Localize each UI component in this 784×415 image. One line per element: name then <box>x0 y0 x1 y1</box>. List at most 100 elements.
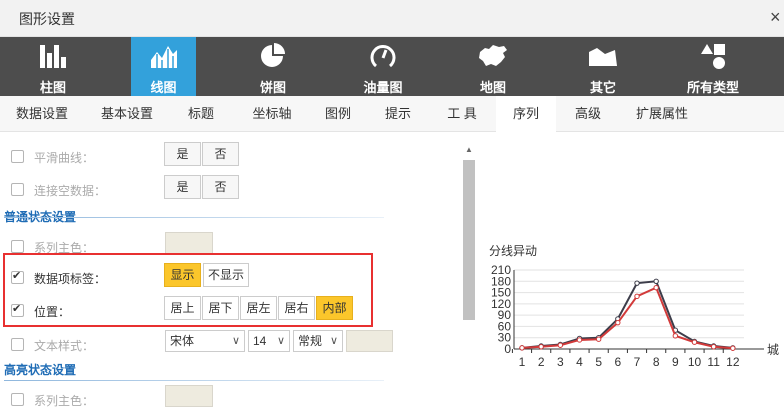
chart-preview: 分线异动 0 30 60 90 120 150 180 210 1 2 3 4 5 6 7 8 9 10 11 12 城 <box>478 132 784 415</box>
close-icon[interactable]: × <box>770 6 784 28</box>
hl-series-color-swatch[interactable] <box>165 385 213 407</box>
chart-type-bar-chart[interactable]: 柱图 <box>12 37 94 96</box>
series-line <box>521 286 733 350</box>
settings-tabs: 数据设置 基本设置 标题 坐标轴 图例 提示 工 具 序列 高级 扩展属性 <box>0 96 784 133</box>
chart-type-label: 其它 <box>589 80 616 95</box>
tab-tools[interactable]: 工 具 <box>442 96 482 132</box>
tab-basic-settings[interactable]: 基本设置 <box>92 96 162 132</box>
data-point <box>557 342 564 348</box>
series-settings-panel: 平滑曲线： 是 否 连接空数据： 是 否 普通状态设置 系列主色： 数据项标签：… <box>0 132 478 415</box>
chevron-down-icon: ∨ <box>231 335 240 347</box>
scroll-up-arrow-icon[interactable]: ▲ <box>462 144 476 156</box>
connect-nulls-checkbox[interactable] <box>11 183 24 196</box>
dialog-title: 图形设置 <box>19 11 75 27</box>
smooth-curve-checkbox[interactable] <box>11 150 24 163</box>
line-chart-svg: 03060901201501802101 2 3 4 5 6 7 8 9 10 11 12城 <box>491 263 779 369</box>
tab-advanced[interactable]: 高级 <box>568 96 608 132</box>
text-style-checkbox[interactable] <box>11 338 24 351</box>
chart-type-label: 所有类型 <box>686 80 739 95</box>
bar-chart-icon <box>40 45 66 68</box>
chart-type-label: 饼图 <box>259 80 286 95</box>
pie-chart-icon <box>261 43 285 67</box>
chevron-down-icon: ∨ <box>276 335 285 347</box>
highlight-state-section-title: 高亮状态设置 <box>4 363 77 377</box>
chart-type-label: 线图 <box>150 80 177 95</box>
tab-series[interactable]: 序列 <box>496 96 556 133</box>
x-tick-label: 2 <box>538 355 545 369</box>
series-color-checkbox[interactable] <box>11 240 24 253</box>
font-weight-select[interactable]: 常规 ∨ <box>293 330 343 352</box>
y-tick-label: 210 <box>491 263 511 277</box>
chart-type-gauge[interactable]: 油量图 <box>342 37 424 96</box>
data-point <box>615 319 621 326</box>
tab-legend[interactable]: 图例 <box>318 96 358 132</box>
section-divider <box>4 217 384 218</box>
data-point <box>634 293 640 300</box>
area-shape-icon <box>589 48 617 66</box>
tab-axis[interactable]: 坐标轴 <box>244 96 300 132</box>
connect-nulls-label: 连接空数据： <box>34 184 107 198</box>
chart-type-map[interactable]: 地图 <box>452 37 534 96</box>
chart-type-bar: 柱图 线图 饼图 油量图 地图 其它 所有类型 <box>0 37 784 96</box>
connect-nulls-no-button[interactable]: 否 <box>202 175 239 199</box>
smooth-yes-button[interactable]: 是 <box>164 142 201 166</box>
smooth-curve-row: 平滑曲线： 是 否 <box>0 142 460 172</box>
chart-type-pie-chart[interactable]: 饼图 <box>232 37 314 96</box>
smooth-curve-label: 平滑曲线： <box>34 151 95 165</box>
chart-type-line-chart[interactable]: 线图 <box>131 37 196 96</box>
x-tick-label: 9 <box>672 355 679 369</box>
chart-type-other[interactable]: 其它 <box>562 37 644 96</box>
dialog-titlebar: 图形设置 × <box>0 0 784 37</box>
chevron-down-icon: ∨ <box>329 335 338 347</box>
connect-nulls-yes-button[interactable]: 是 <box>164 175 201 199</box>
font-family-select[interactable]: 宋体 ∨ <box>165 330 245 352</box>
series-color-swatch[interactable] <box>165 232 213 254</box>
gauge-icon <box>370 45 396 68</box>
x-tick-label: 8 <box>653 355 660 369</box>
tab-extended-props[interactable]: 扩展属性 <box>630 96 694 132</box>
text-color-swatch[interactable] <box>346 330 393 352</box>
x-tick-label: 11 <box>707 355 720 369</box>
x-tick-label: 7 <box>634 355 641 369</box>
text-style-label: 文本样式： <box>34 339 95 353</box>
data-point <box>710 344 717 350</box>
x-tick-label: 4 <box>576 355 583 369</box>
font-family-value: 宋体 <box>170 334 195 348</box>
x-tick-label: 3 <box>557 355 564 369</box>
chart-type-all[interactable]: 所有类型 <box>672 37 754 96</box>
scrollbar-thumb[interactable] <box>463 160 475 320</box>
chart-type-label: 地图 <box>479 80 506 95</box>
text-style-row: 文本样式： 宋体 ∨ 14 ∨ 常规 ∨ <box>0 330 460 360</box>
data-point <box>730 345 736 351</box>
normal-state-section-title: 普通状态设置 <box>4 210 77 224</box>
x-tick-label: 6 <box>614 355 621 369</box>
data-point <box>653 278 659 284</box>
data-point <box>691 339 698 345</box>
hl-series-color-checkbox[interactable] <box>11 393 24 406</box>
data-point <box>576 337 583 343</box>
tab-title[interactable]: 标题 <box>178 96 224 132</box>
shapes-icon <box>701 44 725 69</box>
font-size-select[interactable]: 14 ∨ <box>248 330 290 352</box>
data-point <box>538 344 544 350</box>
chart-type-label: 柱图 <box>39 80 66 95</box>
china-map-icon <box>479 45 507 66</box>
line-chart-icon <box>150 46 177 68</box>
x-axis-extra-label: 城 <box>767 343 779 357</box>
hl-series-color-label: 系列主色： <box>34 394 95 408</box>
data-point <box>653 284 659 291</box>
chart-type-label: 油量图 <box>363 80 403 95</box>
x-tick-label: 12 <box>726 355 740 369</box>
x-tick-label: 5 <box>595 355 602 369</box>
x-tick-label: 1 <box>519 355 526 369</box>
x-tick-label: 10 <box>688 355 702 369</box>
annotation-highlight-box <box>3 253 373 327</box>
smooth-no-button[interactable]: 否 <box>202 142 239 166</box>
tab-data-settings[interactable]: 数据设置 <box>4 96 80 132</box>
font-size-value: 14 <box>253 334 267 348</box>
data-point <box>672 333 679 339</box>
data-point <box>634 280 640 286</box>
data-point <box>595 336 602 342</box>
connect-nulls-row: 连接空数据： 是 否 <box>0 175 460 205</box>
tab-tooltip[interactable]: 提示 <box>378 96 418 132</box>
